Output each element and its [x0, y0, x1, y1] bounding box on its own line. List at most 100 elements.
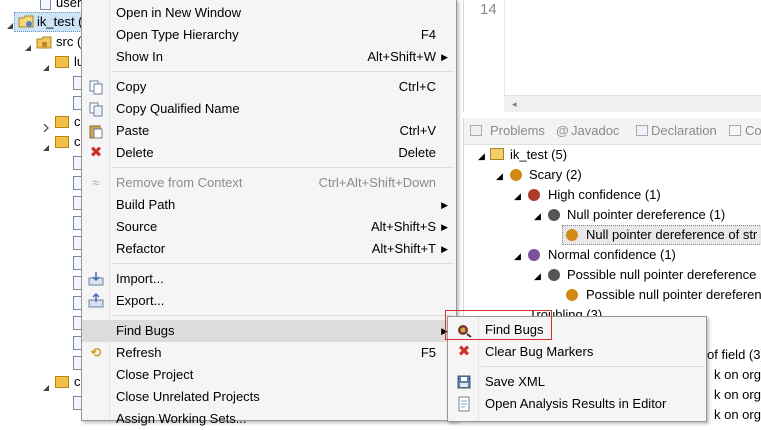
- menu-item-shortcut: Delete: [398, 145, 436, 160]
- menu-separator: [112, 315, 454, 316]
- bug-tree-row-partial[interactable]: k on org.w: [714, 407, 761, 422]
- menu-item-label: Open Analysis Results in Editor: [485, 396, 667, 411]
- bug-tree-row-high-confidence[interactable]: High confidence (1): [548, 187, 661, 202]
- bug-tree-row-possible-null[interactable]: Possible null pointer dereference: [567, 267, 756, 282]
- collapse-arrow-icon[interactable]: ◢: [514, 251, 521, 262]
- remove-context-icon: ≈: [92, 175, 100, 190]
- menu-item-label: Refactor: [116, 241, 166, 256]
- bug-tree-row-scary[interactable]: Scary (2): [529, 167, 582, 182]
- menu-item-label: Close Unrelated Projects: [116, 389, 260, 404]
- menu-item-delete[interactable]: ✖ Delete Delete: [82, 142, 456, 164]
- menu-item-show-in[interactable]: Show In Alt+Shift+W ▶: [82, 46, 456, 68]
- menu-item-export[interactable]: Export...: [82, 290, 456, 312]
- collapse-arrow-icon[interactable]: [42, 60, 50, 71]
- bug-tree-row-partial[interactable]: of field (3): [707, 347, 761, 362]
- menu-item-shortcut: F5: [420, 345, 436, 360]
- submenu-arrow-icon: ▶: [441, 222, 448, 232]
- source-folder-icon: [36, 36, 52, 50]
- menu-item-open-type-hierarchy[interactable]: Open Type Hierarchy F4: [82, 24, 456, 46]
- context-menu: Open in New Window Open Type Hierarchy F…: [81, 0, 457, 426]
- tab-declaration[interactable]: Declaration: [651, 123, 717, 138]
- bug-tree-row-project[interactable]: ik_test (5): [510, 147, 567, 162]
- problems-icon: [470, 125, 482, 136]
- menu-item-import[interactable]: Import...: [82, 268, 456, 290]
- bug-tree-row-partial[interactable]: k on org.w: [714, 387, 761, 402]
- code-editor[interactable]: 14 ◂: [463, 0, 761, 112]
- submenu-item-save-xml[interactable]: Save XML: [448, 371, 706, 393]
- menu-item-shortcut: Alt+Shift+W: [367, 49, 436, 64]
- bug-normal-confidence-icon: [528, 249, 540, 261]
- menu-item-shortcut: Ctrl+C: [398, 79, 436, 94]
- collapse-arrow-icon[interactable]: ◢: [534, 271, 541, 282]
- collapse-arrow-icon[interactable]: [24, 40, 32, 51]
- menu-item-label: Copy Qualified Name: [116, 101, 240, 116]
- menu-item-close-unrelated-projects[interactable]: Close Unrelated Projects: [82, 386, 456, 408]
- menu-item-refactor[interactable]: Refactor Alt+Shift+T ▶: [82, 238, 456, 260]
- bug-tree-row-normal-confidence[interactable]: Normal confidence (1): [548, 247, 676, 262]
- bug-tree-row-partial[interactable]: k on org.w: [714, 367, 761, 382]
- menu-item-build-path[interactable]: Build Path ▶: [82, 194, 456, 216]
- tab-problems[interactable]: Problems: [490, 123, 545, 138]
- tree-item-package-label[interactable]: c: [74, 372, 81, 392]
- menu-item-refresh[interactable]: ⟲ Refresh F5: [82, 342, 456, 364]
- menu-item-remove-from-context[interactable]: ≈ Remove from Context Ctrl+Alt+Shift+Dow…: [82, 172, 456, 194]
- menu-item-label: Delete: [116, 145, 154, 160]
- import-icon: [88, 271, 104, 287]
- menu-item-label: Find Bugs: [116, 323, 175, 338]
- paste-icon: [88, 123, 104, 139]
- tab-javadoc[interactable]: Javadoc: [571, 123, 619, 138]
- collapse-arrow-icon[interactable]: ◢: [514, 191, 521, 202]
- scroll-left-arrow-icon[interactable]: ◂: [512, 99, 517, 110]
- submenu-item-clear-bug-markers[interactable]: ✖ Clear Bug Markers: [448, 341, 706, 363]
- menu-item-source[interactable]: Source Alt+Shift+S ▶: [82, 216, 456, 238]
- tree-item-package-label[interactable]: c: [74, 132, 81, 152]
- expand-arrow-icon[interactable]: [42, 120, 50, 133]
- project-folder-icon: [490, 148, 504, 160]
- copy-qualified-name-icon: [88, 101, 104, 117]
- menu-separator: [112, 167, 454, 168]
- package-icon: [55, 376, 69, 388]
- menu-item-find-bugs[interactable]: Find Bugs ▶: [82, 320, 456, 342]
- menu-item-copy[interactable]: Copy Ctrl+C: [82, 76, 456, 98]
- menu-item-open-new-window[interactable]: Open in New Window: [82, 2, 456, 24]
- menu-item-close-project[interactable]: Close Project: [82, 364, 456, 386]
- menu-item-assign-working-sets[interactable]: Assign Working Sets...: [82, 408, 456, 430]
- horizontal-scrollbar[interactable]: ◂: [504, 95, 761, 112]
- collapse-arrow-icon[interactable]: ◢: [496, 171, 503, 182]
- menu-separator: [112, 263, 454, 264]
- menu-item-copy-qualified-name[interactable]: Copy Qualified Name: [82, 98, 456, 120]
- menu-item-label: Clear Bug Markers: [485, 344, 594, 359]
- tab-console[interactable]: Co: [745, 123, 761, 138]
- menu-item-label: Save XML: [485, 374, 545, 389]
- package-icon: [55, 56, 69, 68]
- menu-item-label: Source: [116, 219, 158, 234]
- menu-item-label: Build Path: [116, 197, 176, 212]
- tree-item-project-label[interactable]: ik_test (: [37, 12, 83, 32]
- collapse-arrow-icon[interactable]: [6, 18, 14, 29]
- menu-separator: [481, 366, 704, 367]
- menu-item-paste[interactable]: Paste Ctrl+V: [82, 120, 456, 142]
- collapse-arrow-icon[interactable]: [42, 140, 50, 151]
- collapse-arrow-icon[interactable]: [42, 380, 50, 391]
- delete-icon: ✖: [89, 144, 103, 161]
- menu-item-label: Copy: [116, 79, 147, 94]
- refresh-icon: ⟲: [90, 345, 102, 360]
- bug-category-scary-icon: [510, 169, 522, 181]
- bug-tree-row-possible-null-instance[interactable]: Possible null pointer dereferen: [586, 287, 761, 302]
- bug-tree-row-null-pointer-instance[interactable]: Null pointer dereference of str: [586, 227, 757, 242]
- tree-item-src-label[interactable]: src (: [56, 32, 81, 52]
- export-icon: [88, 292, 104, 309]
- line-number: 14: [480, 1, 497, 18]
- menu-item-label: Show In: [116, 49, 163, 64]
- submenu-item-open-analysis-results[interactable]: Open Analysis Results in Editor: [448, 393, 706, 415]
- tree-item-package-label[interactable]: c: [74, 112, 81, 132]
- menu-item-label: Assign Working Sets...: [116, 411, 247, 426]
- submenu-arrow-icon: ▶: [441, 52, 448, 62]
- collapse-arrow-icon[interactable]: ◢: [478, 151, 485, 162]
- menu-item-label: Refresh: [116, 345, 162, 360]
- package-icon: [55, 136, 69, 148]
- bug-tree-row-null-pointer[interactable]: Null pointer dereference (1): [567, 207, 725, 222]
- java-file-icon: [40, 0, 51, 10]
- bug-instance-icon: [566, 289, 578, 301]
- collapse-arrow-icon[interactable]: ◢: [534, 211, 541, 222]
